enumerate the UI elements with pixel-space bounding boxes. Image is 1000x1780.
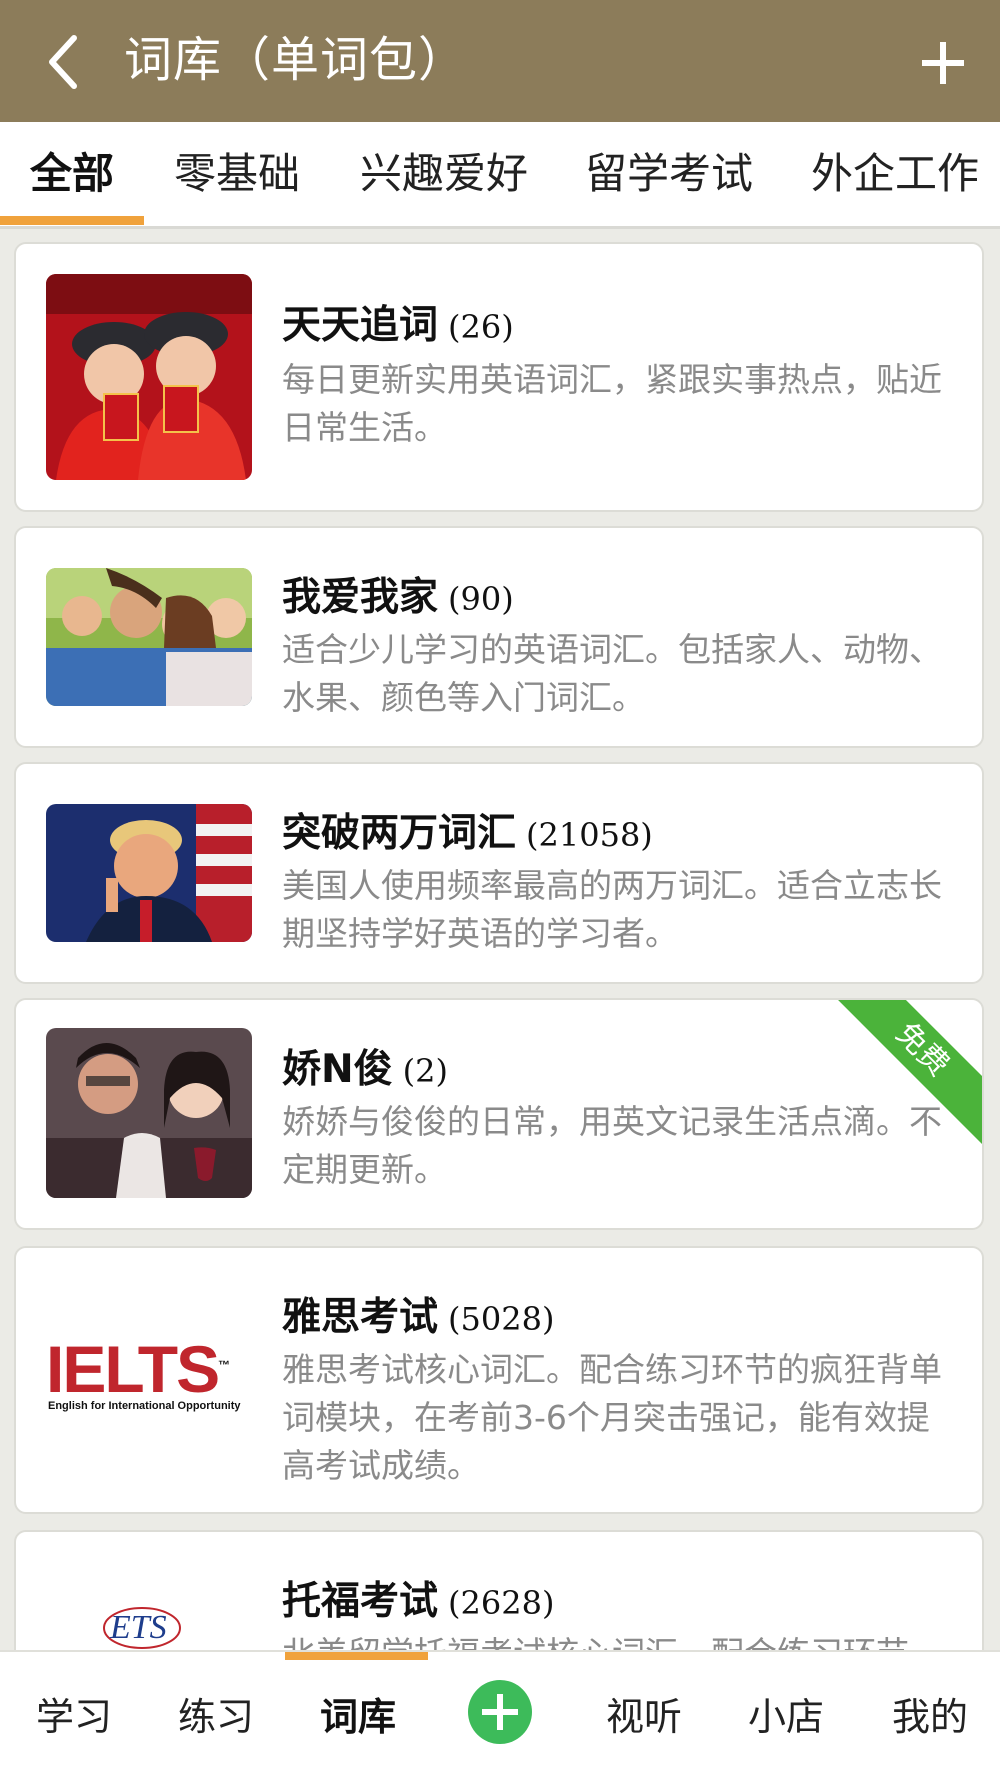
card-word-count: (21058) — [526, 816, 653, 854]
wordbook-card[interactable]: 突破两万词汇 (21058) 美国人使用频率最高的两万词汇。适合立志长期坚持学好英… — [14, 762, 984, 984]
nav-mine[interactable]: 我的 — [892, 1686, 968, 1741]
nav-practice[interactable]: 练习 — [178, 1686, 254, 1741]
card-description: 娇娇与俊俊的日常，用英文记录生活点滴。不定期更新。 — [282, 1102, 942, 1189]
card-description: 适合少儿学习的英语词汇。包括家人、动物、水果、颜色等入门词汇。 — [282, 630, 942, 717]
tab-hobbies[interactable]: 兴趣爱好 — [360, 122, 528, 226]
card-title-text: 突破两万词汇 — [282, 811, 517, 856]
add-button[interactable] — [468, 1680, 532, 1744]
card-word-count: (90) — [448, 580, 514, 618]
nav-study[interactable]: 学习 — [36, 1686, 112, 1741]
plus-icon — [482, 1694, 518, 1730]
wordbook-card[interactable]: IELTS™ English for International Opportu… — [14, 1246, 984, 1514]
nav-audio-video[interactable]: 视听 — [606, 1686, 682, 1741]
card-thumbnail — [46, 568, 252, 706]
wordbook-card[interactable]: 我爱我家 (90) 适合少儿学习的英语词汇。包括家人、动物、水果、颜色等入门词汇。 — [14, 526, 984, 748]
card-description: 雅思考试核心词汇。配合练习环节的疯狂背单词模块，在考前3-6个月突击强记，能有效… — [282, 1350, 942, 1485]
card-thumbnail — [46, 804, 252, 942]
card-title: 托福考试 (2628) — [282, 1570, 554, 1626]
active-tab-indicator — [0, 216, 144, 225]
ielts-trademark: ™ — [218, 1358, 230, 1372]
ets-logo-text: ETS — [110, 1609, 167, 1646]
nav-shop[interactable]: 小店 — [748, 1686, 824, 1741]
active-nav-indicator — [285, 1652, 428, 1660]
card-word-count: (26) — [448, 308, 514, 346]
category-tabs: 全部 零基础 兴趣爱好 留学考试 外企工作 — [0, 122, 1000, 229]
card-title: 突破两万词汇 (21058) — [282, 802, 653, 858]
ielts-logo-text: IELTS — [46, 1332, 220, 1406]
tab-all[interactable]: 全部 — [30, 122, 114, 226]
tab-study-abroad-exams[interactable]: 留学考试 — [585, 122, 753, 226]
card-title: 娇N俊 (2) — [282, 1038, 448, 1094]
card-thumbnail — [46, 274, 252, 480]
ielts-tagline: English for International Opportunity — [48, 1400, 241, 1412]
ets-logo: ETS — [46, 1598, 252, 1658]
back-arrow-icon[interactable] — [44, 32, 84, 92]
card-word-count: (5028) — [448, 1300, 555, 1338]
card-title: 我爱我家 (90) — [282, 566, 514, 622]
card-title-text: 托福考试 — [282, 1579, 439, 1624]
card-word-count: (2) — [402, 1052, 448, 1090]
app-header: 词库（单词包） — [0, 0, 1000, 122]
add-icon[interactable] — [922, 42, 964, 84]
nav-wordbank[interactable]: 词库 — [320, 1686, 396, 1741]
wordbook-card[interactable]: 天天追词 (26) 每日更新实用英语词汇，紧跟实事热点，贴近日常生活。 — [14, 242, 984, 512]
tab-foreign-company-work[interactable]: 外企工作 — [811, 122, 979, 226]
wordbook-card[interactable]: 娇N俊 (2) 娇娇与俊俊的日常，用英文记录生活点滴。不定期更新。 免费 — [14, 998, 984, 1230]
card-description: 美国人使用频率最高的两万词汇。适合立志长期坚持学好英语的学习者。 — [282, 866, 942, 953]
tab-beginner[interactable]: 零基础 — [174, 122, 300, 226]
card-thumbnail — [46, 1028, 252, 1198]
page-title: 词库（单词包） — [124, 32, 468, 88]
ielts-logo: IELTS™ English for International Opportu… — [46, 1308, 252, 1428]
card-title-text: 我爱我家 — [282, 575, 439, 620]
bottom-navigation: 学习 练习 词库 视听 小店 我的 — [0, 1650, 1000, 1780]
card-title: 雅思考试 (5028) — [282, 1286, 554, 1342]
card-title-text: 雅思考试 — [282, 1295, 439, 1340]
card-description: 每日更新实用英语词汇，紧跟实事热点，贴近日常生活。 — [282, 360, 942, 447]
card-word-count: (2628) — [448, 1584, 555, 1622]
card-title-text: 天天追词 — [282, 303, 439, 348]
card-title-text: 娇N俊 — [282, 1047, 393, 1092]
card-title: 天天追词 (26) — [282, 294, 514, 350]
